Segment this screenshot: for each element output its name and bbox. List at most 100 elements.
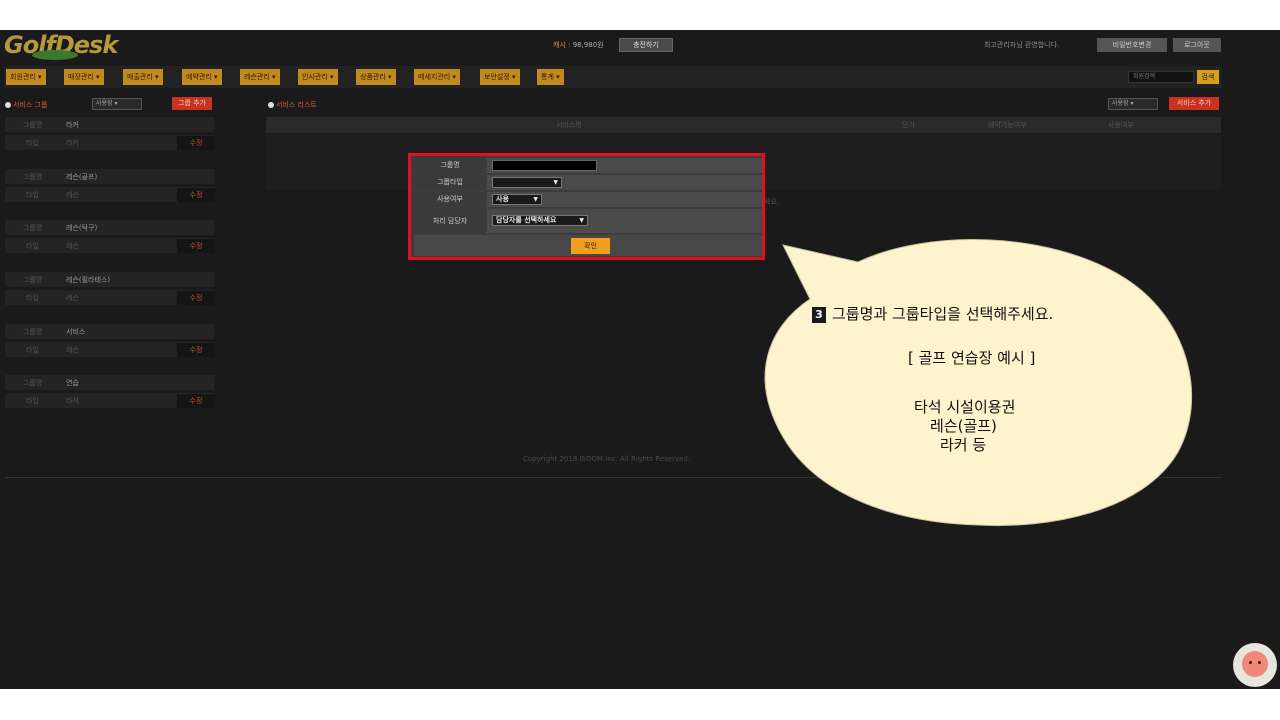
main-menu-bar: 회원관리 ▾ 매장관리 ▾ 매출관리 ▾ 예약관리 ▾ 레슨관리 ▾ 인사관리 … [4, 66, 1222, 88]
edit-button[interactable]: 수정 [177, 136, 215, 150]
menu-sales[interactable]: 매출관리 ▾ [123, 69, 163, 85]
group-row: 타입 레슨 수정 [5, 187, 215, 203]
callout-shape [764, 239, 1193, 526]
group-row: 타입 타석 수정 [5, 393, 215, 409]
group-type-label: 타입 [26, 242, 39, 250]
group-add-dialog: 그룹명 그룹타입 ▼ 사용여부 사용 ▼ 처리 담당자 담당자를 선택하세요 ▼ 확… [408, 153, 765, 260]
example-item: 라커 등 [940, 436, 987, 454]
step-badge: 3 [812, 307, 826, 323]
menu-member[interactable]: 회원관리 ▾ [6, 69, 46, 85]
group-type: 라커 [66, 139, 79, 147]
example-item: 타석 시설이용권 [914, 398, 1016, 416]
charge-button[interactable]: 충전하기 [619, 38, 673, 52]
group-type-label: 타입 [26, 139, 39, 147]
cash-label: 캐시 : [553, 41, 571, 49]
group-name-label: 그룹명 [22, 121, 43, 129]
service-group-title: 서비스 그룹 [5, 100, 47, 110]
group-name: 라커 [66, 121, 79, 129]
top-bar: GolfDesk 캐시 : 98,980원 충전하기 최고관리자님 환영합니다.… [0, 30, 1280, 62]
cash-value: 98,980원 [572, 41, 604, 49]
service-filter-select[interactable]: 사용함 ▾ [1108, 98, 1158, 110]
group-row[interactable]: 그룹명 레슨(필라테스) [5, 272, 214, 288]
instruction-text: 그룹명과 그룹타입을 선택해주세요. [832, 305, 1054, 323]
group-name: 레슨(필라테스) [66, 276, 111, 284]
group-name-label: 그룹명 [22, 224, 43, 232]
confirm-button[interactable]: 확인 [571, 238, 610, 254]
example-item: 레슨(골프) [930, 417, 997, 435]
column-service-name: 서비스명 [556, 121, 582, 129]
group-row[interactable]: 그룹명 연습 [5, 375, 214, 391]
in-use-select[interactable]: 사용 ▼ [492, 194, 542, 205]
group-row: 타입 레슨 수정 [5, 290, 215, 306]
group-name: 서비스 [66, 328, 86, 336]
menu-stats[interactable]: 통계 ▾ [537, 69, 564, 85]
add-group-button[interactable]: 그룹 추가 [172, 97, 212, 110]
chevron-down-icon: ▼ [579, 217, 584, 224]
group-name-input[interactable] [492, 160, 597, 171]
menu-product[interactable]: 상품관리 ▾ [356, 69, 396, 85]
copyright: Copyright 2018 ISOOM Inc. All Rights Res… [523, 455, 691, 463]
edit-button[interactable]: 수정 [177, 291, 215, 305]
manager-label: 처리 담당자 [414, 209, 486, 233]
group-row[interactable]: 그룹명 서비스 [5, 324, 214, 340]
menu-security[interactable]: 보안설정 ▾ [480, 69, 520, 85]
group-type-label: 타입 [26, 191, 39, 199]
edit-button[interactable]: 수정 [177, 239, 215, 253]
group-type: 레슨 [66, 346, 79, 354]
golfdesk-logo[interactable]: GolfDesk [4, 32, 124, 60]
menu-message[interactable]: 메세지관리 ▾ [414, 69, 460, 85]
chatbot-mascot-icon[interactable] [1233, 643, 1277, 687]
in-use-row: 사용여부 사용 ▼ [414, 192, 762, 207]
chevron-down-icon: ▼ [533, 196, 538, 203]
manager-select[interactable]: 담당자를 선택하세요 ▼ [492, 215, 588, 226]
edit-button[interactable]: 수정 [177, 343, 215, 357]
service-group-title-text: 서비스 그룹 [13, 101, 48, 109]
change-password-button[interactable]: 비밀번호변경 [1097, 38, 1167, 52]
callout-bubble [764, 239, 1193, 526]
group-name: 레슨(탁구) [66, 224, 98, 232]
manager-row: 처리 담당자 담당자를 선택하세요 ▼ [414, 209, 762, 233]
group-type-select[interactable]: ▼ [492, 177, 562, 188]
bullet-icon [268, 102, 274, 108]
edit-button[interactable]: 수정 [177, 188, 215, 202]
group-row: 타입 라커 수정 [5, 135, 215, 151]
group-name-label: 그룹명 [22, 379, 43, 387]
group-row: 타입 레슨 수정 [5, 342, 215, 358]
group-name: 연습 [66, 379, 79, 387]
group-name: 레슨(골프) [66, 173, 98, 181]
bullet-icon [5, 102, 11, 108]
add-service-button[interactable]: 서비스 추가 [1169, 97, 1219, 110]
example-title: [ 골프 연습장 예시 ] [908, 349, 1036, 367]
mascot-face [1242, 651, 1268, 677]
menu-hr[interactable]: 인사관리 ▾ [298, 69, 338, 85]
search-button[interactable]: 검색 [1197, 70, 1219, 84]
group-type-label: 그룹타입 [414, 175, 486, 190]
empty-message: 세요. [764, 198, 780, 206]
group-row[interactable]: 그룹명 레슨(골프) [5, 169, 214, 185]
group-row: 타입 레슨 수정 [5, 238, 215, 254]
in-use-label: 사용여부 [414, 192, 486, 207]
manager-value: 담당자를 선택하세요 [496, 216, 557, 224]
group-type: 레슨 [66, 191, 79, 199]
group-name-label: 그룹명 [22, 328, 43, 336]
group-name-row: 그룹명 [414, 158, 762, 173]
group-row[interactable]: 그룹명 레슨(탁구) [5, 220, 214, 236]
group-filter-select[interactable]: 사용함 ▾ [92, 98, 142, 110]
cash-balance: 캐시 : 98,980원 [553, 40, 604, 50]
menu-lesson[interactable]: 레슨관리 ▾ [240, 69, 280, 85]
menu-reservation[interactable]: 예약관리 ▾ [182, 69, 222, 85]
group-type-label: 타입 [26, 294, 39, 302]
group-type-label: 타입 [26, 346, 39, 354]
dialog-footer: 확인 [414, 235, 762, 256]
group-row[interactable]: 그룹명 라커 [5, 117, 214, 133]
welcome-text: 최고관리자님 환영합니다. [984, 41, 1060, 49]
group-filter-value: 사용함 [96, 100, 113, 107]
edit-button[interactable]: 수정 [177, 394, 215, 408]
group-name-label: 그룹명 [22, 276, 43, 284]
service-table-header: 서비스명 단가 예약가능여부 사용여부 [266, 117, 1221, 133]
group-name-label: 그룹명 [22, 173, 43, 181]
instruction-line: 3 그룹명과 그룹타입을 선택해주세요. [812, 303, 1053, 324]
logout-button[interactable]: 로그아웃 [1173, 38, 1221, 52]
menu-store[interactable]: 매장관리 ▾ [64, 69, 104, 85]
member-search-input[interactable]: 회원검색 [1128, 71, 1194, 83]
